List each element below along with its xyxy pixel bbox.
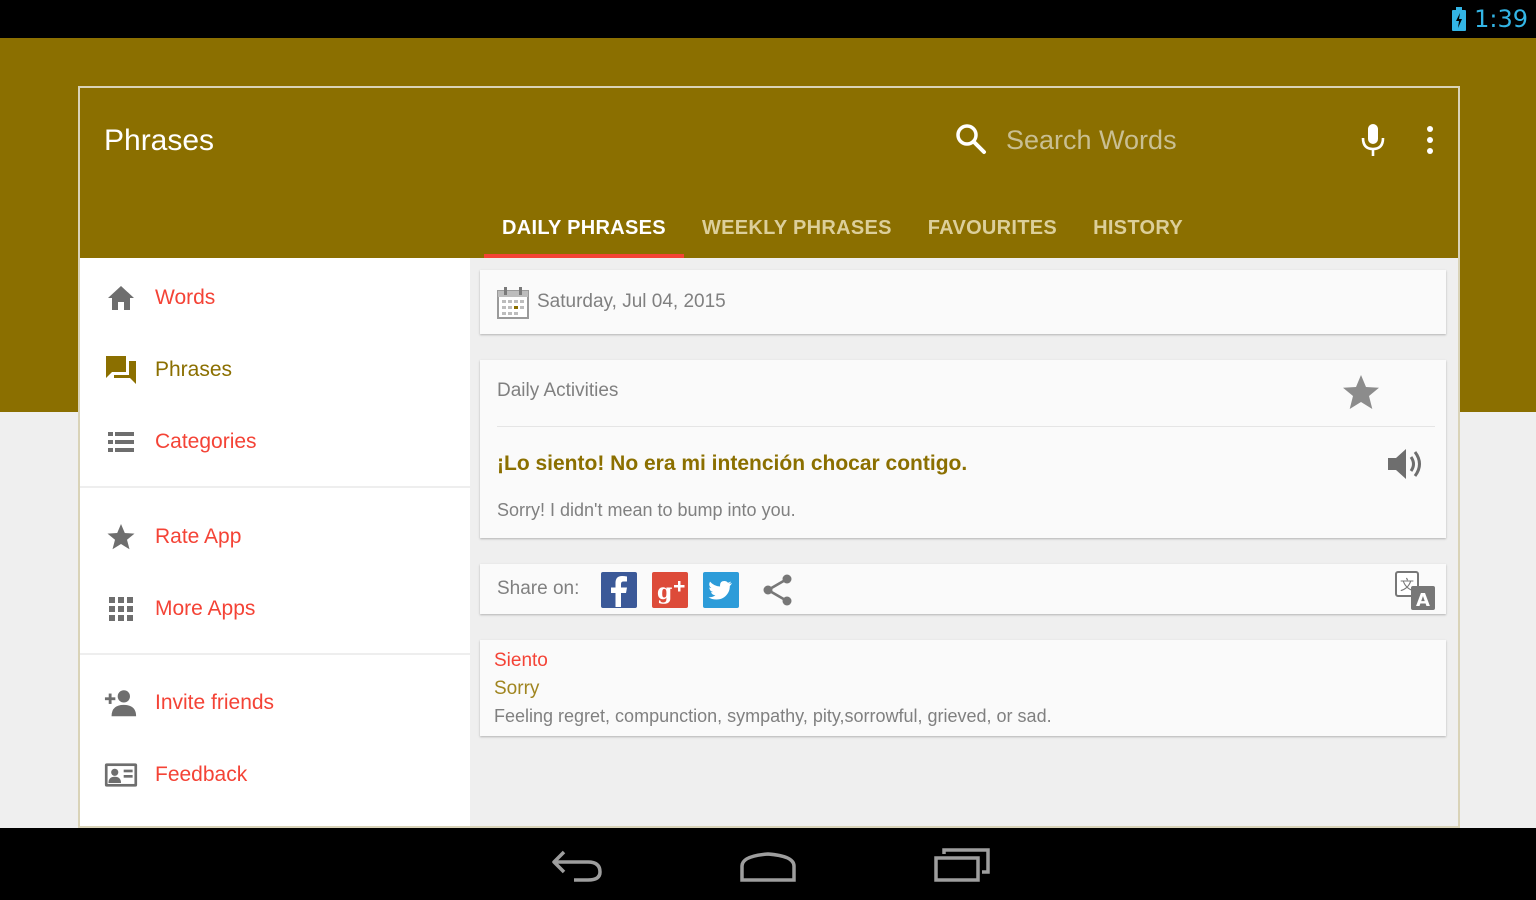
sidebar-item-invite-friends[interactable]: Invite friends	[80, 673, 470, 733]
battery-charging-icon	[1452, 7, 1467, 31]
chat-icon	[104, 353, 138, 387]
tab-history[interactable]: HISTORY	[1075, 198, 1201, 258]
sidebar-item-label: Feedback	[155, 763, 248, 786]
date-card: Saturday, Jul 04, 2015	[480, 270, 1446, 334]
back-icon[interactable]	[544, 842, 608, 886]
page-title: Phrases	[104, 124, 215, 157]
twitter-icon[interactable]	[703, 572, 739, 608]
tab-daily-phrases[interactable]: DAILY PHRASES	[484, 198, 684, 258]
sidebar-item-more-apps[interactable]: More Apps	[80, 579, 470, 639]
status-bar: 1:39	[0, 0, 1536, 38]
list-icon	[104, 425, 138, 459]
apps-grid-icon	[104, 592, 138, 626]
tab-weekly-phrases[interactable]: WEEKLY PHRASES	[684, 198, 910, 258]
search-icon[interactable]	[954, 122, 988, 156]
share-card: Share on: g 文 A	[480, 564, 1446, 614]
share-label: Share on:	[497, 578, 580, 599]
dictionary-card: Siento Sorry Feeling regret, compunction…	[480, 640, 1446, 736]
dictionary-translation: Sorry	[494, 678, 540, 699]
app-window: Phrases DAILY PHRASES WEEKLY PHRASES FAV…	[78, 86, 1460, 828]
phrase-english: Sorry! I didn't mean to bump into you.	[497, 500, 796, 520]
sidebar-item-label: Rate App	[155, 525, 242, 548]
sidebar-item-label: More Apps	[155, 597, 256, 620]
contact-card-icon	[104, 758, 138, 792]
phrase-spanish: ¡Lo siento! No era mi intención chocar c…	[497, 452, 968, 475]
translate-icon[interactable]: 文 A	[1394, 570, 1438, 612]
system-navigation-bar	[0, 828, 1536, 900]
sidebar-item-phrases[interactable]: Phrases	[80, 340, 470, 400]
sidebar-item-words[interactable]: Words	[80, 268, 470, 328]
microphone-icon[interactable]	[1358, 122, 1388, 158]
sidebar-item-label: Phrases	[155, 358, 233, 381]
date-label: Saturday, Jul 04, 2015	[537, 291, 726, 312]
sidebar-item-label: Categories	[155, 430, 257, 453]
toolbar: Phrases DAILY PHRASES WEEKLY PHRASES FAV…	[80, 88, 1458, 258]
sidebar-item-label: Invite friends	[155, 691, 275, 714]
phrase-divider	[497, 426, 1435, 427]
dictionary-word: Siento	[494, 650, 548, 671]
person-add-icon	[104, 686, 138, 720]
svg-text:A: A	[1416, 590, 1430, 611]
svg-text:g: g	[657, 579, 672, 605]
status-icons: 1:39	[1452, 5, 1528, 33]
sidebar-item-label: Words	[155, 286, 216, 309]
main-content: Saturday, Jul 04, 2015 Daily Activities …	[470, 258, 1458, 826]
home-icon	[104, 281, 138, 315]
calendar-icon	[497, 287, 529, 319]
sidebar-item-feedback[interactable]: Feedback	[80, 745, 470, 805]
share-icon[interactable]	[760, 572, 796, 608]
star-icon	[104, 520, 138, 554]
phrase-category: Daily Activities	[497, 380, 619, 401]
speaker-icon[interactable]	[1384, 446, 1426, 482]
sidebar-item-rate-app[interactable]: Rate App	[80, 507, 470, 567]
favourite-star-icon[interactable]	[1340, 372, 1382, 414]
more-vert-icon[interactable]	[1418, 122, 1442, 158]
facebook-icon[interactable]	[601, 572, 637, 608]
sidebar-item-categories[interactable]: Categories	[80, 412, 470, 472]
status-clock: 1:39	[1474, 5, 1528, 33]
tab-favourites[interactable]: FAVOURITES	[910, 198, 1075, 258]
recent-apps-icon[interactable]	[930, 842, 994, 886]
home-button-icon[interactable]	[736, 842, 800, 886]
dictionary-definition: Feeling regret, compunction, sympathy, p…	[494, 706, 1052, 726]
drawer-divider	[80, 486, 470, 488]
phrase-card: Daily Activities ¡Lo siento! No era mi i…	[480, 360, 1446, 538]
drawer-divider	[80, 653, 470, 655]
google-plus-icon[interactable]: g	[652, 572, 688, 608]
tab-bar: DAILY PHRASES WEEKLY PHRASES FAVOURITES …	[484, 198, 1201, 258]
search-input[interactable]	[1006, 118, 1336, 162]
navigation-drawer: Words Phrases Categories Rate App More A…	[80, 258, 470, 826]
